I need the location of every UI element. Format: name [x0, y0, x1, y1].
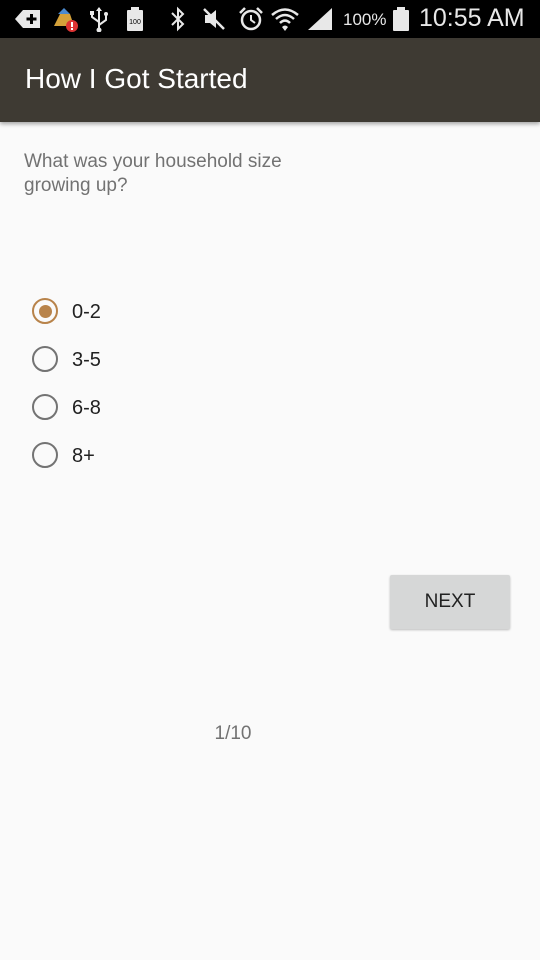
radio-option-6-8[interactable]: 6-8: [32, 392, 232, 440]
app-title: How I Got Started: [25, 63, 248, 94]
radio-button-checked-icon[interactable]: [32, 298, 58, 324]
radio-option-3-5[interactable]: 3-5: [32, 344, 232, 392]
household-size-radio-group: 0-2 3-5 6-8 8+: [32, 296, 232, 488]
radio-button-unchecked-icon[interactable]: [32, 442, 58, 468]
radio-button-unchecked-icon[interactable]: [32, 394, 58, 420]
radio-label: 0-2: [72, 301, 101, 323]
cleaner-alert-icon: [54, 8, 78, 32]
radio-label: 3-5: [72, 349, 101, 371]
bluetooth-icon: [171, 6, 185, 32]
radio-option-8-plus[interactable]: 8+: [32, 440, 232, 488]
radio-label: 6-8: [72, 397, 101, 419]
battery-icon: [393, 7, 409, 31]
radio-button-unchecked-icon[interactable]: [32, 346, 58, 372]
next-button[interactable]: NEXT: [390, 575, 510, 629]
add-icon: [15, 10, 40, 28]
question-text: What was your household size growing up?: [24, 151, 282, 196]
alarm-icon: [239, 7, 263, 31]
app-bar: How I Got Started: [0, 38, 540, 122]
battery-100-icon: 100: [127, 7, 143, 31]
status-bar: 100 100% 10:55 AM: [0, 0, 540, 38]
clock: 10:55 AM: [419, 4, 525, 32]
radio-label: 8+: [72, 445, 95, 467]
mute-icon: [203, 8, 225, 30]
signal-icon: [308, 8, 332, 30]
battery-percent: 100%: [343, 10, 387, 29]
radio-option-0-2[interactable]: 0-2: [32, 296, 232, 344]
usb-icon: [90, 7, 108, 32]
wifi-icon: [271, 8, 299, 31]
question-progress: 1/10: [214, 723, 252, 744]
svg-text:100: 100: [129, 19, 141, 26]
